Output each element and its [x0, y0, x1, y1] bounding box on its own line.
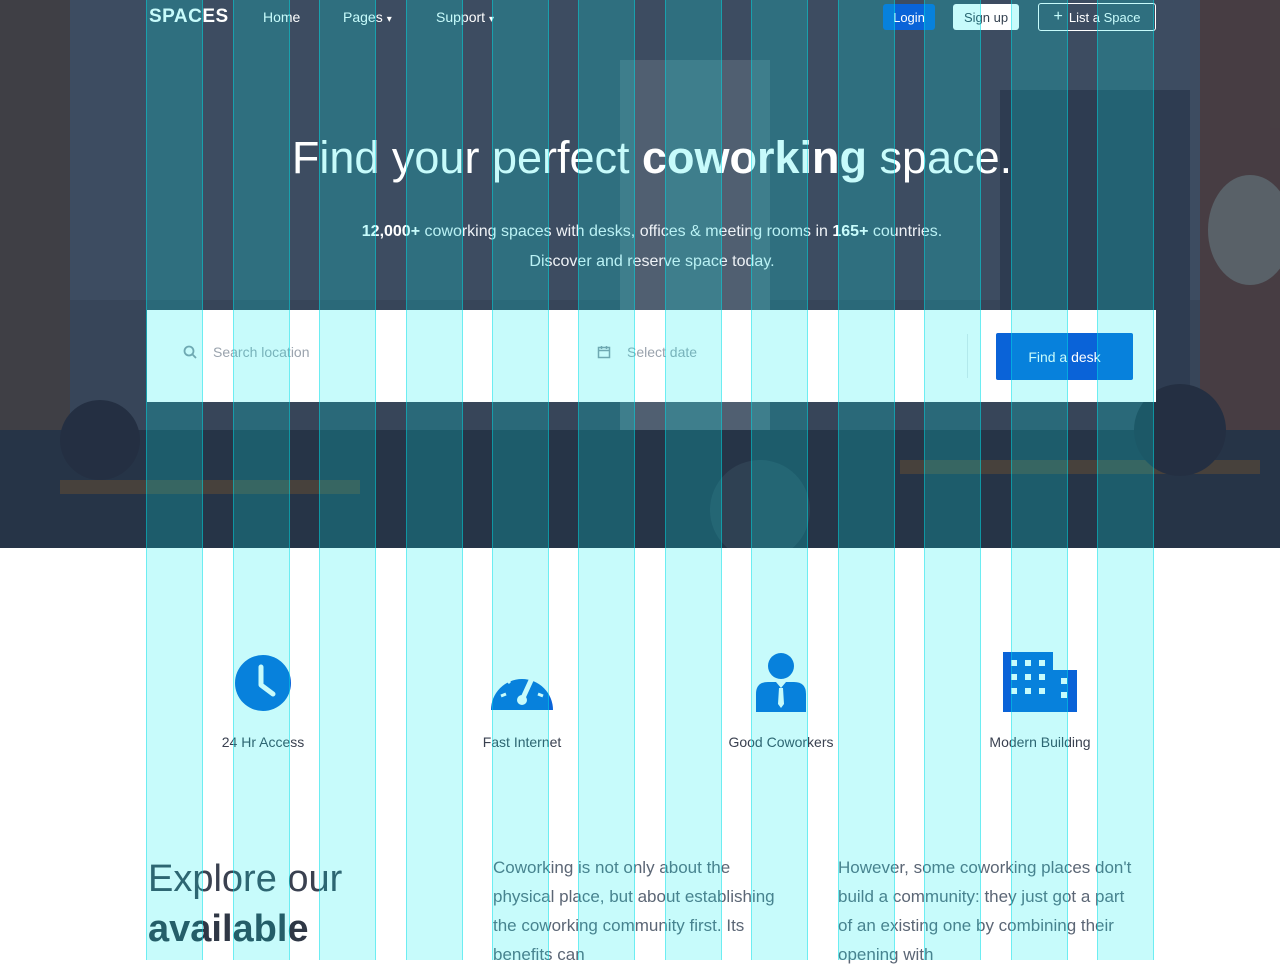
feature-24hr-access: 24 Hr Access — [163, 648, 363, 750]
explore-heading-line2: available — [148, 908, 309, 950]
hero-subtitle-mid: coworking spaces with desks, offices & m… — [420, 223, 833, 240]
feature-good-coworkers: Good Coworkers — [681, 648, 881, 750]
nav-support[interactable]: Support ▾ — [436, 9, 494, 25]
hero-subtitle: 12,000+ coworking spaces with desks, off… — [0, 217, 1280, 277]
find-desk-button[interactable]: Find a desk — [996, 333, 1133, 380]
search-divider — [967, 334, 968, 378]
list-space-button[interactable]: + List a Space — [1038, 3, 1156, 31]
hero-title-post: space. — [867, 132, 1013, 183]
hero-subtitle-line1: 12,000+ coworking spaces with desks, off… — [0, 217, 1280, 247]
explore-heading-line1: Explore our — [148, 858, 343, 900]
list-space-label: List a Space — [1068, 9, 1141, 25]
building-icon — [1003, 652, 1077, 712]
hero-title-bold: coworking — [642, 132, 868, 183]
nav-home[interactable]: Home — [263, 9, 300, 25]
navbar: SPACES Home Pages ▾ Support ▾ Login Sign u… — [0, 0, 1280, 36]
search-location-input[interactable] — [211, 343, 515, 361]
hero-section: SPACES Home Pages ▾ Support ▾ Login Sign u… — [0, 0, 1280, 548]
chevron-down-icon: ▾ — [386, 14, 392, 25]
chevron-down-icon: ▾ — [489, 14, 495, 25]
person-icon — [756, 653, 806, 712]
feature-label: Fast Internet — [482, 734, 562, 750]
plus-icon: + — [1053, 8, 1063, 25]
feature-label: Good Coworkers — [728, 734, 834, 750]
login-button[interactable]: Login — [883, 4, 935, 30]
hero-subtitle-line2: Discover and reserve space today. — [529, 253, 775, 270]
speedometer-icon — [491, 668, 553, 710]
explore-heading: Explore our available — [148, 854, 342, 954]
countries-count: 165+ — [832, 223, 869, 240]
explore-paragraph-1: Coworking is not only about the physical… — [493, 858, 775, 964]
explore-paragraph-2: However, some coworking places don't bui… — [838, 858, 1132, 964]
search-icon — [183, 345, 197, 359]
nav-home-label: Home — [263, 9, 301, 25]
feature-label: Modern Building — [989, 734, 1091, 750]
nav-pages[interactable]: Pages ▾ — [343, 9, 392, 25]
feature-fast-internet: Fast Internet — [422, 648, 622, 750]
hero-subtitle-end: countries. — [868, 223, 943, 240]
signup-button[interactable]: Sign up — [953, 4, 1019, 30]
nav-pages-label: Pages — [343, 9, 383, 25]
hero-title-pre: Find your perfect — [291, 132, 643, 183]
select-date-input[interactable] — [625, 343, 869, 361]
feature-modern-building: Modern Building — [940, 648, 1140, 750]
brand-logo[interactable]: SPACES — [149, 6, 229, 28]
calendar-icon — [597, 346, 611, 359]
location-search-group — [183, 343, 515, 361]
date-search-group — [597, 343, 869, 361]
feature-label: 24 Hr Access — [221, 734, 305, 750]
search-bar: Find a desk — [147, 310, 1156, 402]
clock-icon — [235, 655, 291, 711]
spaces-count: 12,000+ — [361, 223, 421, 240]
hero-title: Find your perfect coworking space. — [0, 132, 1280, 184]
nav-support-label: Support — [436, 9, 486, 25]
